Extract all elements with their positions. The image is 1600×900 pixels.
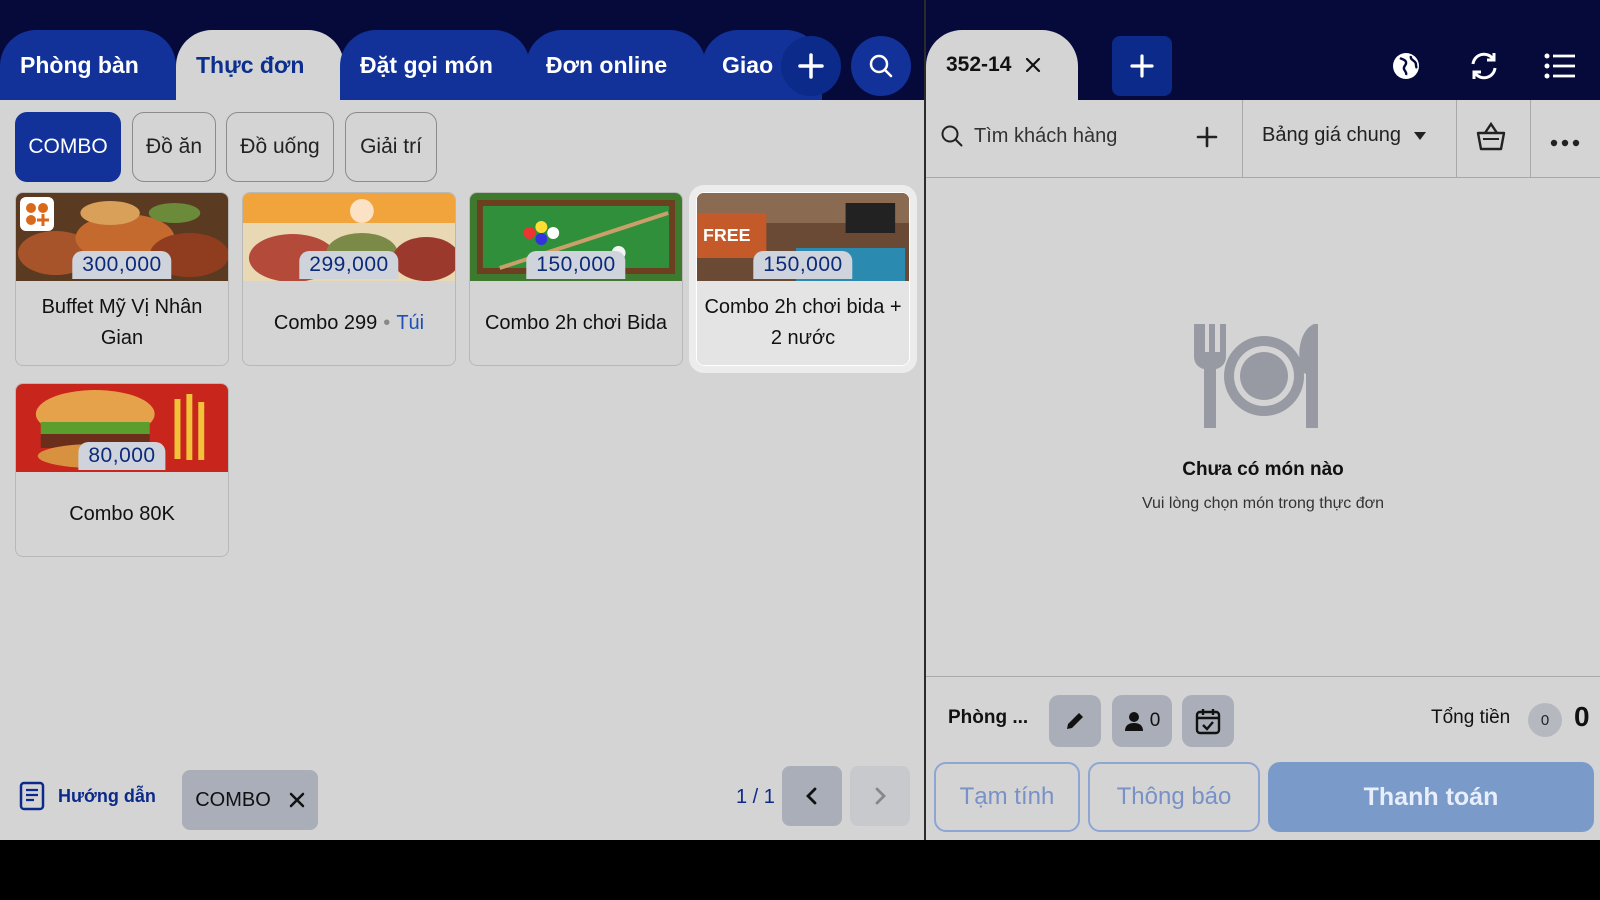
product-card[interactable]: 80,000 Combo 80K <box>15 383 229 557</box>
product-price: 150,000 <box>526 251 626 279</box>
order-panel: 352-14 Tìm khách hàng Bảng giá chung Chư… <box>926 0 1600 840</box>
search-button[interactable] <box>851 36 911 96</box>
guest-count-button[interactable]: 0 <box>1112 695 1172 747</box>
combo-icon <box>20 197 54 231</box>
customer-search-placeholder: Tìm khách hàng <box>974 124 1118 147</box>
list-icon <box>1544 53 1575 79</box>
price-list-label: Bảng giá chung <box>1262 124 1402 146</box>
add-order-button[interactable] <box>1112 36 1172 96</box>
guide-label: Hướng dẫn <box>58 785 156 806</box>
product-name: Buffet Mỹ Vị Nhân Gian <box>41 296 203 349</box>
tab-thuc-don[interactable]: Thực đơn <box>176 30 344 100</box>
app-root: Phòng bàn Thực đơn Đặt gọi món Đơn onlin… <box>0 0 1600 840</box>
close-icon[interactable] <box>289 792 305 808</box>
product-price: 150,000 <box>753 251 853 279</box>
customer-row: Tìm khách hàng Bảng giá chung <box>926 100 1600 178</box>
globe-button[interactable] <box>1386 46 1426 86</box>
product-name: Combo 2h chơi bida + 2 nước <box>704 296 902 349</box>
tab-phong-ban[interactable]: Phòng bàn <box>0 30 176 100</box>
product-price: 80,000 <box>78 442 166 470</box>
chevron-right-icon <box>875 787 886 805</box>
empty-title: Chưa có món nào <box>1182 459 1344 480</box>
product-price: 300,000 <box>72 251 172 279</box>
search-icon <box>869 54 893 78</box>
tab-dat-goi-mon[interactable]: Đặt gọi món <box>340 30 530 100</box>
refresh-icon <box>1471 52 1497 80</box>
caret-down-icon <box>1414 131 1427 140</box>
calendar-check-icon <box>1195 709 1221 735</box>
product-price: 299,000 <box>299 251 399 279</box>
menu-tabbar: Phòng bàn Thực đơn Đặt gọi món Đơn onlin… <box>0 0 924 100</box>
guide-link[interactable]: Hướng dẫn <box>18 780 156 812</box>
dot-separator: • <box>383 311 391 334</box>
category-do-uong[interactable]: Đồ uống <box>226 112 334 182</box>
category-do-an[interactable]: Đồ ăn <box>132 112 216 182</box>
total-qty-badge: 0 <box>1528 703 1562 737</box>
room-label[interactable]: Phòng ... <box>948 707 1028 729</box>
chevron-left-icon <box>806 787 817 805</box>
plate-cutlery-icon <box>1194 324 1318 428</box>
pay-button[interactable]: Thanh toán <box>1268 762 1594 832</box>
product-name: Combo 80K <box>69 502 175 525</box>
svg-text:FREE: FREE <box>703 225 751 245</box>
close-icon[interactable] <box>1025 57 1041 73</box>
order-info-row: Phòng ... 0 Tổng tiền 0 0 <box>926 676 1600 760</box>
filter-chip-label: COMBO <box>195 788 271 811</box>
menu-footer: Hướng dẫn COMBO 1 / 1 <box>0 760 924 840</box>
total-value: 0 <box>1574 701 1590 732</box>
plus-icon <box>798 53 824 79</box>
category-giai-tri[interactable]: Giải trí <box>345 112 437 182</box>
more-options-button[interactable] <box>1550 134 1580 152</box>
schedule-button[interactable] <box>1182 695 1234 747</box>
next-page-button[interactable] <box>850 766 910 826</box>
add-customer-button[interactable] <box>1196 126 1218 153</box>
order-tab-label: 352-14 <box>946 53 1012 76</box>
edit-note-button[interactable] <box>1049 695 1101 747</box>
product-card[interactable]: 150,000 Combo 2h chơi Bida <box>469 192 683 366</box>
basket-button[interactable] <box>1474 120 1508 159</box>
globe-icon <box>1393 53 1419 79</box>
person-icon <box>1124 712 1143 731</box>
product-name-row: Combo 299 • Túi <box>249 281 449 365</box>
active-filter-chip[interactable]: COMBO <box>182 770 318 830</box>
divider <box>1456 100 1457 178</box>
prev-page-button[interactable] <box>782 766 842 826</box>
product-card-selected[interactable]: FREE 150,000 Combo 2h chơi bida + 2 nước <box>689 185 917 373</box>
divider <box>1242 100 1243 178</box>
basket-icon <box>1476 121 1506 151</box>
pencil-icon <box>1067 713 1083 729</box>
plus-icon <box>1196 126 1218 148</box>
provisional-bill-button[interactable]: Tạm tính <box>934 762 1080 832</box>
price-list-select[interactable]: Bảng giá chung <box>1262 124 1427 147</box>
product-name: Combo 299 <box>273 311 378 334</box>
notify-button[interactable]: Thông báo <box>1088 762 1260 832</box>
product-card[interactable]: 299,000 Combo 299 • Túi <box>242 192 456 366</box>
order-tab[interactable]: 352-14 <box>926 30 1078 100</box>
product-name: Combo 2h chơi Bida <box>484 311 668 334</box>
order-topbar: 352-14 <box>926 0 1600 100</box>
product-unit: Túi <box>396 311 425 334</box>
search-icon <box>941 125 963 147</box>
plus-icon <box>1130 54 1154 78</box>
tab-don-online[interactable]: Đơn online <box>526 30 706 100</box>
more-icon <box>1550 139 1580 147</box>
guest-count: 0 <box>1149 710 1161 731</box>
divider <box>1530 100 1531 178</box>
total-label: Tổng tiền <box>1431 707 1511 728</box>
menu-list-button[interactable] <box>1540 46 1580 86</box>
empty-state: Chưa có món nào Vui lòng chọn món trong … <box>926 320 1600 513</box>
menu-panel: Phòng bàn Thực đơn Đặt gọi món Đơn onlin… <box>0 0 924 840</box>
category-combo[interactable]: COMBO <box>15 112 121 182</box>
product-card[interactable]: 300,000 Buffet Mỹ Vị Nhân Gian <box>15 192 229 366</box>
customer-search-input[interactable]: Tìm khách hàng <box>940 124 1117 148</box>
refresh-button[interactable] <box>1464 46 1504 86</box>
page-indicator: 1 / 1 <box>736 786 775 808</box>
book-icon <box>19 781 45 811</box>
empty-subtitle: Vui lòng chọn món trong thực đơn <box>1141 495 1385 512</box>
add-tab-button[interactable] <box>781 36 841 96</box>
